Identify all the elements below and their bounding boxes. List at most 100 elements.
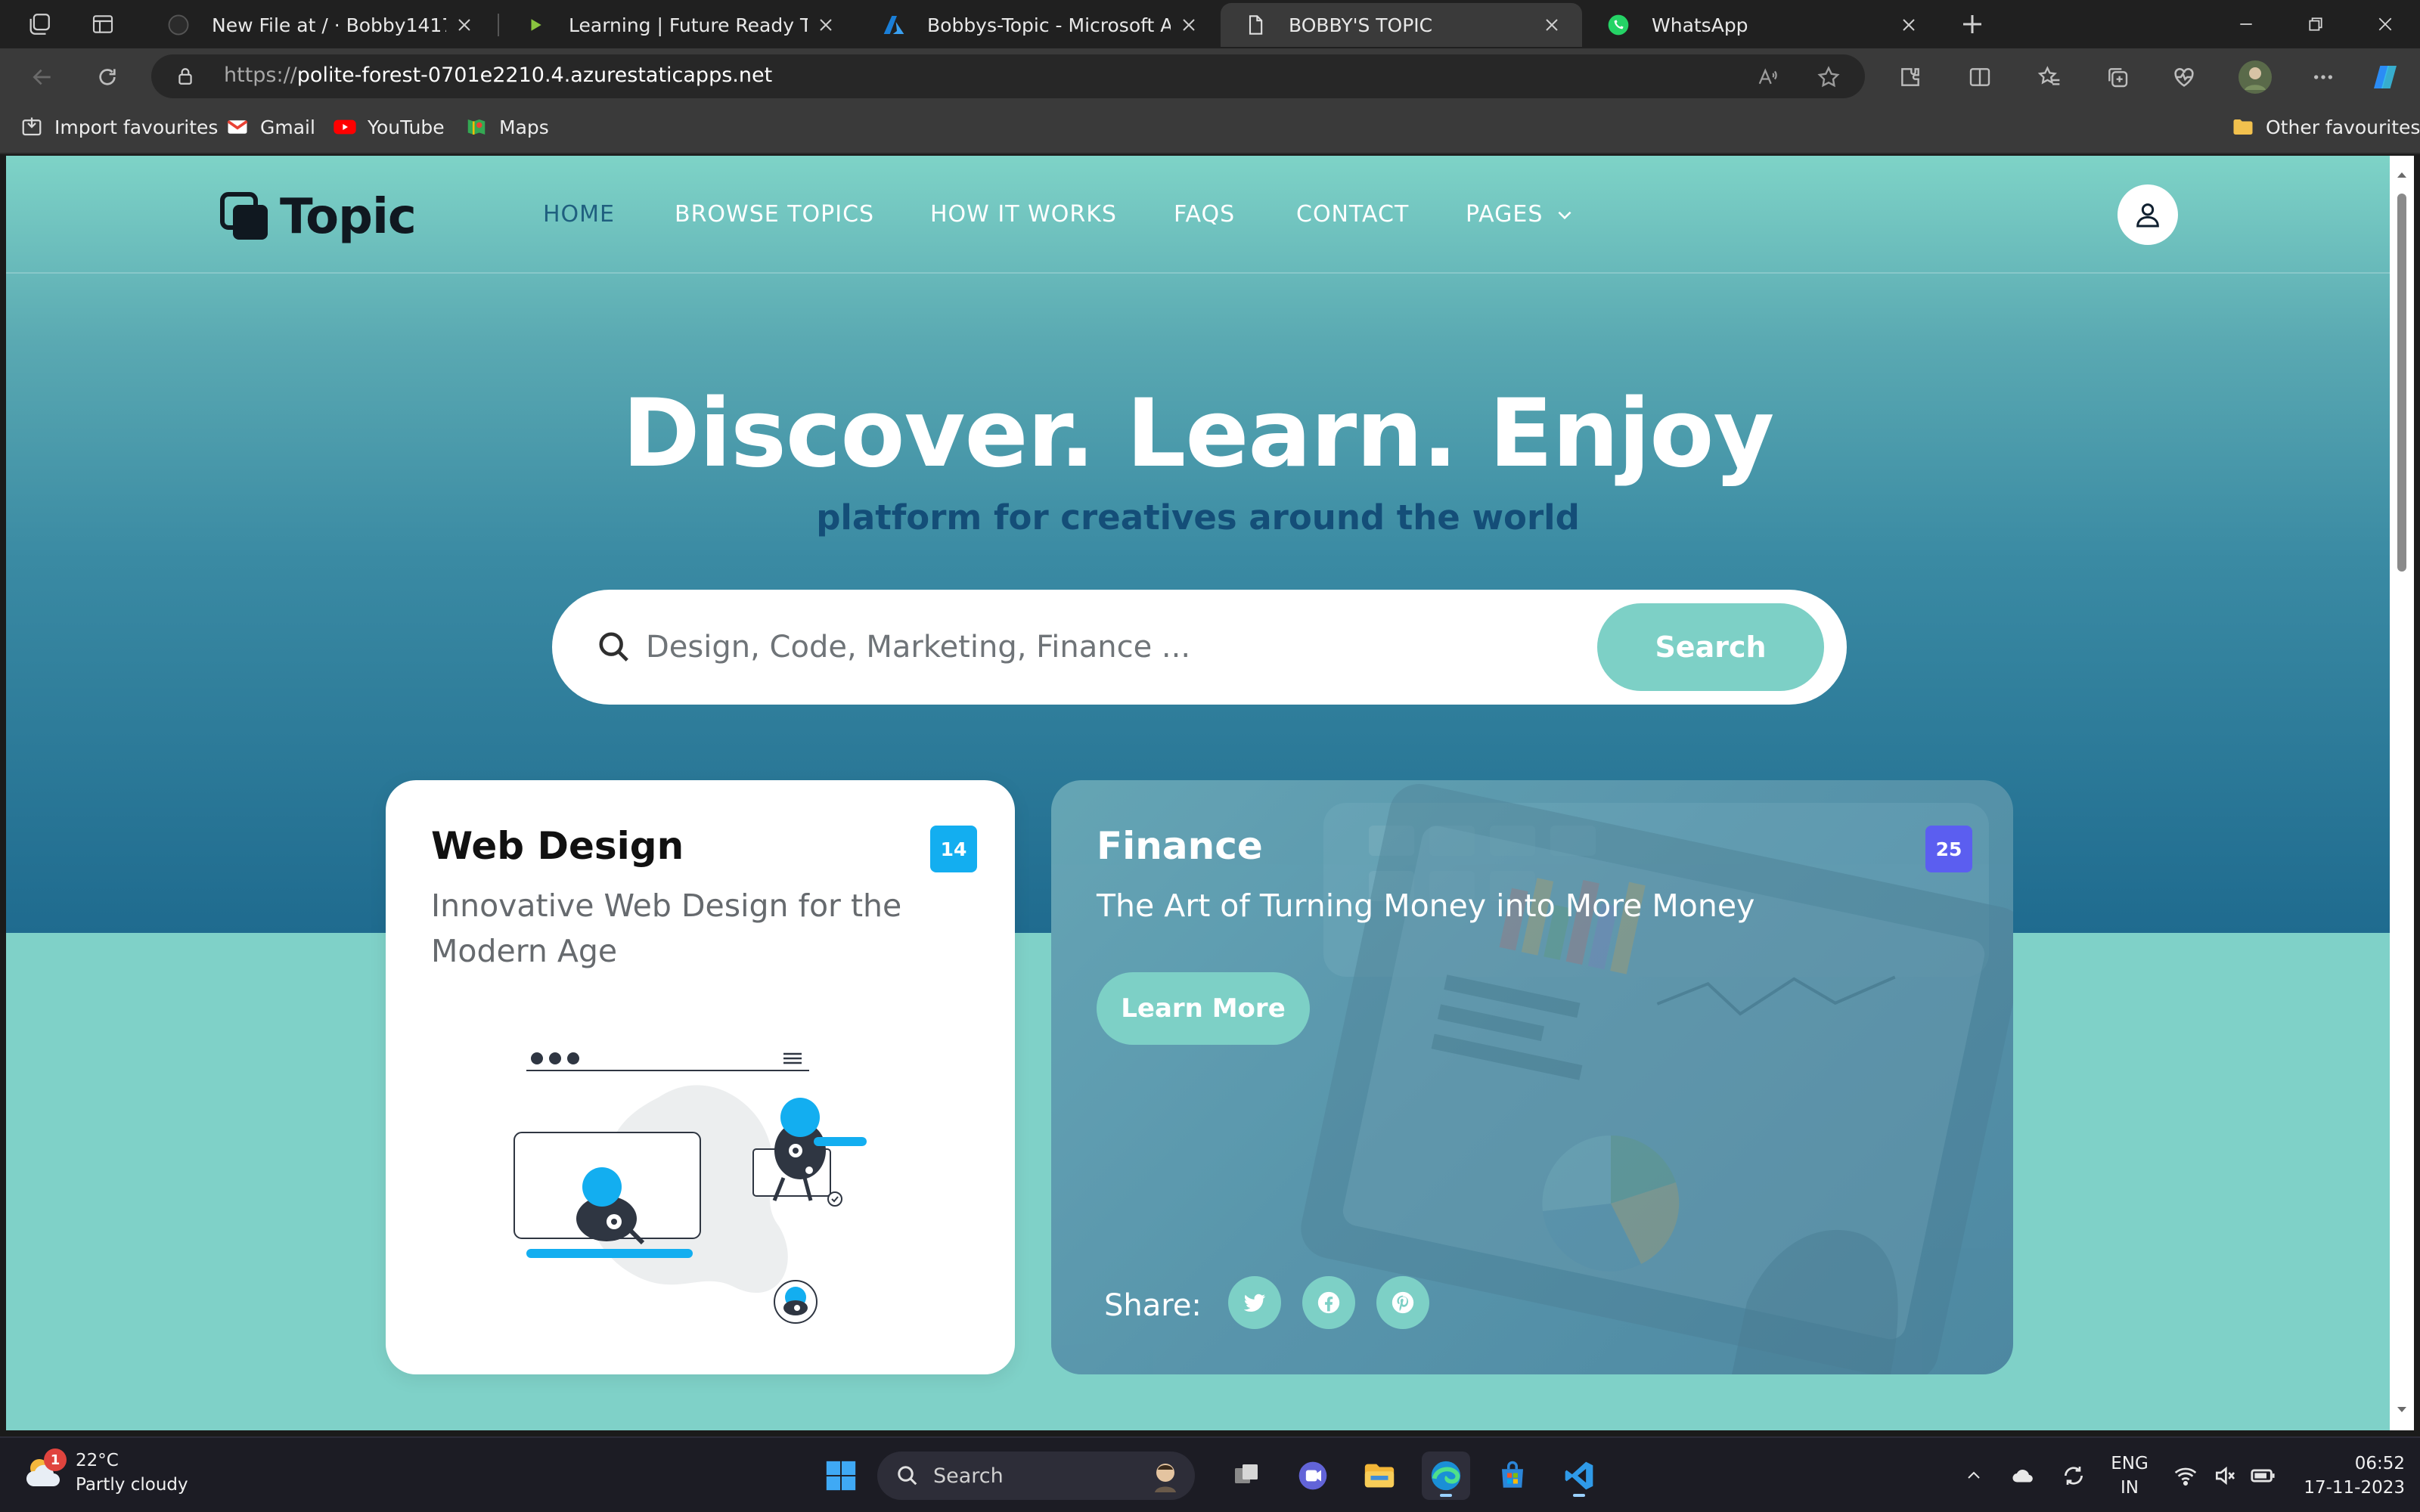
brand-name: Topic: [280, 189, 417, 245]
partly-cloudy-icon: 1: [23, 1448, 67, 1494]
search-icon: [594, 627, 634, 667]
favorites-bar: Import favourites Gmail YouTube Maps Oth…: [0, 104, 2420, 154]
document-icon: [1243, 13, 1267, 37]
bookmark-maps[interactable]: Maps: [464, 115, 549, 139]
weather-widget[interactable]: 1 22°C Partly cloudy: [23, 1448, 188, 1497]
azure-icon: [882, 13, 906, 37]
more-options-icon[interactable]: [2307, 60, 2340, 94]
collections-icon[interactable]: [2101, 60, 2134, 94]
scroll-up-arrow-icon[interactable]: [2394, 168, 2409, 183]
system-clock[interactable]: 06:52 17-11-2023: [2284, 1452, 2405, 1500]
site-navbar: Topic HOME BROWSE TOPICS HOW IT WORKS FA…: [6, 156, 2390, 274]
tab-learning[interactable]: Learning | Future Ready Talent: [501, 3, 856, 47]
taskbar-search-label: Search: [933, 1464, 1004, 1488]
bookmark-gmail[interactable]: Gmail: [225, 115, 315, 139]
facebook-icon[interactable]: [1302, 1276, 1355, 1329]
twitter-icon[interactable]: [1228, 1276, 1281, 1329]
close-tab-icon[interactable]: [1178, 14, 1199, 36]
bookmark-import-favourites[interactable]: Import favourites: [20, 115, 218, 139]
tab-azure[interactable]: Bobbys-Topic - Microsoft Azure: [859, 3, 1219, 47]
browser-toolbar: https://polite-forest-0701e2210.4.azures…: [0, 48, 2420, 104]
back-icon[interactable]: [26, 60, 59, 94]
tab-bobbys-topic[interactable]: BOBBY'S TOPIC: [1221, 3, 1582, 47]
nav-how-it-works[interactable]: HOW IT WORKS: [930, 201, 1117, 228]
nav-faqs[interactable]: FAQS: [1174, 201, 1235, 228]
tab-divider: [498, 14, 499, 36]
nav-browse-topics[interactable]: BROWSE TOPICS: [675, 201, 874, 228]
nav-home[interactable]: HOME: [543, 201, 615, 228]
bookmark-label: Import favourites: [54, 116, 219, 138]
tab-github[interactable]: New File at / · Bobby1417/future: [144, 3, 495, 47]
nav-contact[interactable]: CONTACT: [1296, 201, 1409, 228]
bookmark-label: Maps: [499, 116, 549, 138]
clock-date: 17-11-2023: [2304, 1478, 2405, 1498]
minimize-icon[interactable]: [2211, 0, 2281, 48]
vscode-icon[interactable]: [1555, 1452, 1603, 1500]
volume-muted-icon[interactable]: [2210, 1461, 2240, 1491]
extensions-icon[interactable]: [1894, 60, 1927, 94]
bookmark-other-favourites[interactable]: Other favourites: [2231, 115, 2420, 139]
microsoft-store-icon[interactable]: [1488, 1452, 1537, 1500]
page-viewport: Topic HOME BROWSE TOPICS HOW IT WORKS FA…: [6, 156, 2390, 1430]
nav-pages[interactable]: PAGES: [1466, 201, 1576, 228]
new-tab-icon[interactable]: [1954, 9, 1990, 39]
bookmark-label: Gmail: [260, 116, 315, 138]
weather-description: Partly cloudy: [76, 1475, 188, 1495]
split-screen-icon[interactable]: [1963, 60, 1996, 94]
search-highlight-icon: [1146, 1458, 1184, 1494]
pinterest-icon[interactable]: [1376, 1276, 1429, 1329]
sync-icon[interactable]: [2059, 1461, 2089, 1491]
edge-browser-icon[interactable]: [1422, 1452, 1470, 1500]
lock-icon[interactable]: [174, 65, 197, 88]
close-window-icon[interactable]: [2350, 0, 2420, 48]
page-scrollbar[interactable]: [2390, 156, 2414, 1430]
wifi-icon[interactable]: [2170, 1461, 2201, 1491]
taskbar-search[interactable]: Search: [877, 1452, 1195, 1500]
close-tab-icon[interactable]: [1898, 14, 1919, 36]
clock-time: 06:52: [2354, 1454, 2405, 1473]
browser-essentials-icon[interactable]: [2167, 60, 2201, 94]
url-host: polite-forest-0701e2210.4.azurestaticapp…: [296, 64, 773, 87]
windows-taskbar: 1 22°C Partly cloudy Search ENG IN 06:52…: [0, 1436, 2420, 1512]
onedrive-icon[interactable]: [2009, 1461, 2039, 1491]
user-account-button[interactable]: [2118, 184, 2178, 245]
task-view-icon[interactable]: [1222, 1452, 1270, 1500]
learn-more-button[interactable]: Learn More: [1097, 972, 1310, 1045]
favorite-star-icon[interactable]: [1817, 65, 1841, 89]
search-icon: [895, 1464, 920, 1488]
restore-icon[interactable]: [2281, 0, 2350, 48]
tab-whatsapp[interactable]: WhatsApp: [1584, 3, 1939, 47]
start-windows-icon[interactable]: [817, 1452, 865, 1500]
input-language-indicator[interactable]: ENG IN: [2107, 1452, 2152, 1500]
topic-logo-icon: [218, 190, 272, 244]
copilot-icon[interactable]: [2369, 60, 2402, 94]
favorites-icon[interactable]: [2033, 60, 2066, 94]
show-hidden-icons-chevron-icon[interactable]: [1959, 1461, 1989, 1491]
teams-chat-icon[interactable]: [1289, 1452, 1337, 1500]
file-explorer-icon[interactable]: [1355, 1452, 1404, 1500]
battery-icon[interactable]: [2248, 1461, 2278, 1491]
vertical-tabs-icon[interactable]: [85, 9, 121, 39]
share-label: Share:: [1104, 1288, 1202, 1323]
search-input[interactable]: [646, 620, 1621, 674]
play-icon: [523, 13, 548, 37]
address-bar[interactable]: https://polite-forest-0701e2210.4.azures…: [151, 54, 1865, 98]
close-tab-icon[interactable]: [815, 14, 836, 36]
url-protocol: https://: [224, 64, 297, 87]
profile-avatar[interactable]: [2235, 57, 2275, 97]
workspaces-icon[interactable]: [21, 9, 57, 39]
close-tab-icon[interactable]: [454, 14, 475, 36]
topic-card-finance[interactable]: Finance The Art of Turning Money into Mo…: [1051, 780, 2013, 1374]
topic-card-web-design[interactable]: Web Design Innovative Web Design for the…: [386, 780, 1015, 1374]
card-title: Web Design: [431, 824, 684, 868]
url-text[interactable]: https://polite-forest-0701e2210.4.azures…: [224, 64, 772, 87]
scroll-down-arrow-icon[interactable]: [2394, 1402, 2409, 1417]
refresh-icon[interactable]: [91, 60, 124, 94]
close-tab-icon[interactable]: [1541, 14, 1562, 36]
scrollbar-thumb[interactable]: [2397, 194, 2406, 572]
read-aloud-icon[interactable]: [1756, 65, 1780, 89]
search-button[interactable]: Search: [1597, 603, 1824, 691]
bookmark-youtube[interactable]: YouTube: [333, 115, 445, 139]
brand-logo[interactable]: Topic: [218, 189, 417, 245]
running-indicator: [1573, 1494, 1585, 1497]
